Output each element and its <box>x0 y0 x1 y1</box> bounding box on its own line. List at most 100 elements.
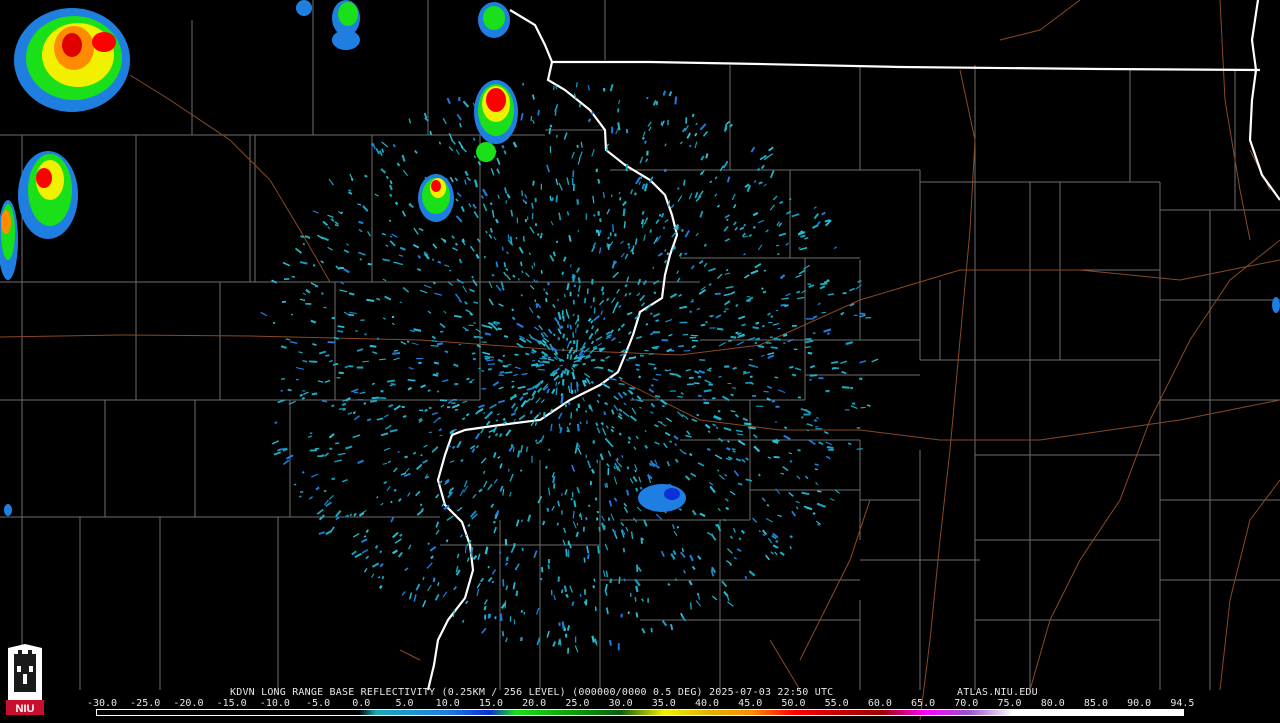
clutter-speck <box>628 441 629 443</box>
clutter-speck <box>491 228 492 232</box>
clutter-speck <box>577 145 578 148</box>
clutter-speck <box>767 505 769 506</box>
clutter-speck <box>597 329 598 332</box>
clutter-speck <box>669 441 671 442</box>
clutter-speck <box>790 536 792 538</box>
clutter-speck <box>644 350 648 351</box>
radar-map[interactable] <box>0 0 1280 720</box>
clutter-speck <box>578 424 579 431</box>
clutter-speck <box>763 292 766 293</box>
clutter-speck <box>335 443 339 444</box>
clutter-speck <box>702 172 703 175</box>
clutter-speck <box>539 413 540 415</box>
clutter-speck <box>703 400 706 401</box>
clutter-speck <box>513 275 515 277</box>
clutter-speck <box>538 361 540 362</box>
clutter-speck <box>518 450 519 457</box>
clutter-speck <box>636 586 637 592</box>
clutter-speck <box>586 517 587 520</box>
color-scale-bar <box>96 709 1184 716</box>
scale-label: -30.0 <box>87 698 117 709</box>
scale-label: 15.0 <box>479 698 503 709</box>
clutter-speck <box>604 318 605 320</box>
clutter-speck <box>387 176 388 179</box>
clutter-speck <box>796 292 800 293</box>
clutter-speck <box>492 275 494 276</box>
clutter-speck <box>570 325 571 330</box>
clutter-speck <box>731 394 734 395</box>
clutter-speck <box>425 477 429 478</box>
clutter-speck <box>654 368 657 369</box>
clutter-speck <box>346 515 349 517</box>
clutter-speck <box>463 620 464 623</box>
clutter-speck <box>583 364 586 365</box>
clutter-speck <box>609 371 614 372</box>
clutter-speck <box>521 262 522 266</box>
clutter-speck <box>522 374 528 375</box>
scale-label: 25.0 <box>565 698 589 709</box>
clutter-speck <box>645 141 646 143</box>
clutter-speck <box>370 401 377 402</box>
clutter-speck <box>650 313 652 314</box>
clutter-speck <box>744 224 746 226</box>
clutter-speck <box>562 396 563 404</box>
clutter-speck <box>552 197 553 200</box>
clutter-speck <box>776 245 779 246</box>
clutter-speck <box>827 447 834 448</box>
clutter-speck <box>598 230 599 236</box>
clutter-speck <box>343 410 346 411</box>
clutter-speck <box>463 239 464 243</box>
clutter-speck <box>538 110 539 116</box>
clutter-speck <box>665 249 666 252</box>
clutter-speck <box>485 606 486 610</box>
clutter-speck <box>798 450 801 451</box>
scale-label: 30.0 <box>609 698 633 709</box>
scale-label: -20.0 <box>173 698 203 709</box>
storm-cell-northwest <box>14 8 130 112</box>
clutter-speck <box>585 298 586 303</box>
clutter-speck <box>350 514 352 516</box>
clutter-speck <box>709 284 711 285</box>
clutter-speck <box>568 625 569 630</box>
clutter-speck <box>452 488 453 490</box>
clutter-speck <box>362 361 369 362</box>
clutter-speck <box>719 377 722 378</box>
clutter-speck <box>665 370 668 371</box>
clutter-speck <box>525 353 529 354</box>
clutter-speck <box>538 370 545 371</box>
clutter-speck <box>678 188 680 190</box>
clutter-speck <box>496 420 498 421</box>
clutter-speck <box>596 607 597 612</box>
scale-label: 20.0 <box>522 698 546 709</box>
clutter-speck <box>624 579 625 582</box>
clutter-speck <box>404 457 407 458</box>
clutter-speck <box>670 374 675 375</box>
clutter-speck <box>566 549 567 557</box>
clutter-speck <box>437 343 443 344</box>
clutter-speck <box>774 339 781 340</box>
clutter-speck <box>603 192 604 198</box>
clutter-speck <box>322 401 327 402</box>
clutter-speck <box>573 511 574 519</box>
clutter-speck <box>678 346 684 347</box>
clutter-speck <box>516 568 517 570</box>
clutter-speck <box>281 379 285 380</box>
clutter-speck <box>607 483 608 488</box>
clutter-speck <box>589 505 590 507</box>
clutter-speck <box>698 396 702 397</box>
clutter-speck <box>579 277 580 283</box>
clutter-speck <box>621 614 622 618</box>
clutter-speck <box>684 253 687 254</box>
clutter-speck <box>438 262 441 263</box>
clutter-speck <box>817 491 821 492</box>
clutter-speck <box>489 614 490 619</box>
clutter-speck <box>468 524 470 526</box>
clutter-speck <box>771 316 773 317</box>
clutter-speck <box>335 225 339 226</box>
clutter-speck <box>474 337 477 338</box>
clutter-speck <box>339 268 344 269</box>
clutter-speck <box>780 516 782 517</box>
clutter-speck <box>759 474 760 476</box>
clutter-speck <box>514 543 515 547</box>
clutter-speck <box>684 180 685 186</box>
